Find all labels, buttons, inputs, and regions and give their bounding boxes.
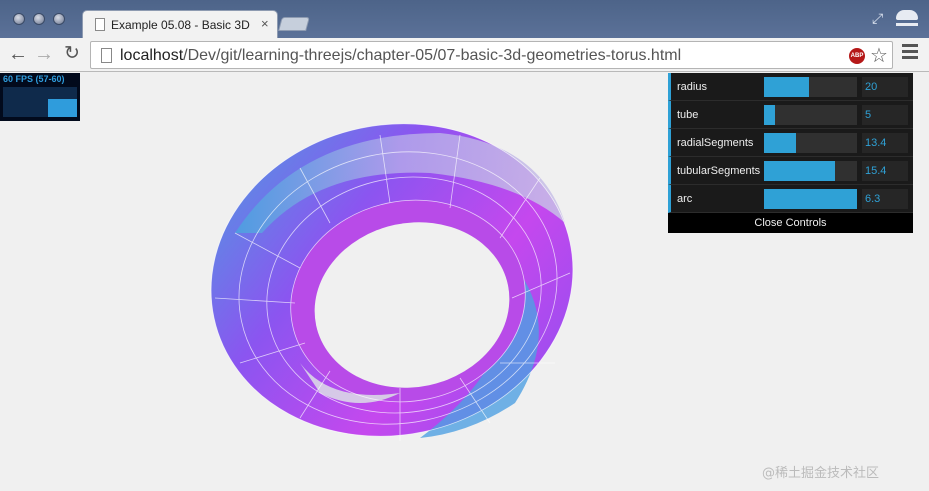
minimize-window-button[interactable]: [33, 13, 45, 25]
tubular-segments-value-input[interactable]: 15.4: [862, 161, 908, 181]
fullscreen-arrows-icon[interactable]: ⤢: [872, 10, 883, 27]
back-arrow-icon[interactable]: ←: [6, 42, 30, 66]
tube-value-input[interactable]: 5: [862, 105, 908, 125]
control-label: radius: [677, 81, 707, 93]
arc-value-input[interactable]: 6.3: [862, 189, 908, 209]
page-icon: [101, 48, 112, 63]
control-label: tubularSegments: [677, 165, 761, 177]
control-label: arc: [677, 193, 693, 205]
fps-stats-panel[interactable]: 60 FPS (57-60): [0, 73, 80, 121]
arc-slider[interactable]: [764, 189, 857, 209]
forward-arrow-icon[interactable]: →: [32, 42, 56, 66]
fps-text: 60 FPS (57-60): [3, 74, 65, 84]
dat-gui-controls: radius 20 tube 5 radialSegments 13.4 tub…: [668, 73, 913, 233]
control-label: tube: [677, 109, 699, 121]
browser-toolbar: ← → ↻ localhost/Dev/git/learning-threejs…: [0, 38, 929, 72]
radial-segments-slider[interactable]: [764, 133, 857, 153]
close-window-button[interactable]: [13, 13, 25, 25]
reload-icon[interactable]: ↻: [60, 42, 84, 66]
address-bar[interactable]: localhost/Dev/git/learning-threejs/chapt…: [90, 41, 893, 69]
new-tab-button[interactable]: [278, 17, 310, 31]
control-row-radial-segments: radialSegments 13.4: [668, 129, 913, 157]
browser-tab[interactable]: Example 05.08 - Basic 3D ×: [82, 10, 278, 38]
radial-segments-value-input[interactable]: 13.4: [862, 133, 908, 153]
browser-titlebar: Example 05.08 - Basic 3D × ⤢: [0, 0, 929, 38]
fps-graph-bar: [48, 99, 77, 117]
control-row-radius: radius 20: [668, 73, 913, 101]
abp-icon[interactable]: ABP: [849, 48, 865, 64]
page-icon: [95, 18, 105, 31]
radius-slider[interactable]: [764, 77, 857, 97]
url-text[interactable]: localhost/Dev/git/learning-threejs/chapt…: [120, 47, 681, 65]
tubular-segments-slider[interactable]: [764, 161, 857, 181]
incognito-icon: ⤢: [872, 8, 922, 34]
menu-icon[interactable]: [902, 44, 918, 60]
zoom-window-button[interactable]: [53, 13, 65, 25]
star-icon[interactable]: ☆: [870, 43, 888, 68]
tab-title: Example 05.08 - Basic 3D: [111, 18, 250, 32]
control-row-arc: arc 6.3: [668, 185, 913, 213]
webgl-viewport[interactable]: 60 FPS (57-60) radius 20 tube 5 radialSe…: [0, 73, 929, 491]
watermark-text: @稀土掘金技术社区: [762, 466, 880, 481]
close-controls-button[interactable]: Close Controls: [668, 213, 913, 233]
control-row-tube: tube 5: [668, 101, 913, 129]
control-row-tubular-segments: tubularSegments 15.4: [668, 157, 913, 185]
control-label: radialSegments: [677, 137, 754, 149]
radius-value-input[interactable]: 20: [862, 77, 908, 97]
tab-close-button[interactable]: ×: [261, 16, 269, 31]
tube-slider[interactable]: [764, 105, 857, 125]
